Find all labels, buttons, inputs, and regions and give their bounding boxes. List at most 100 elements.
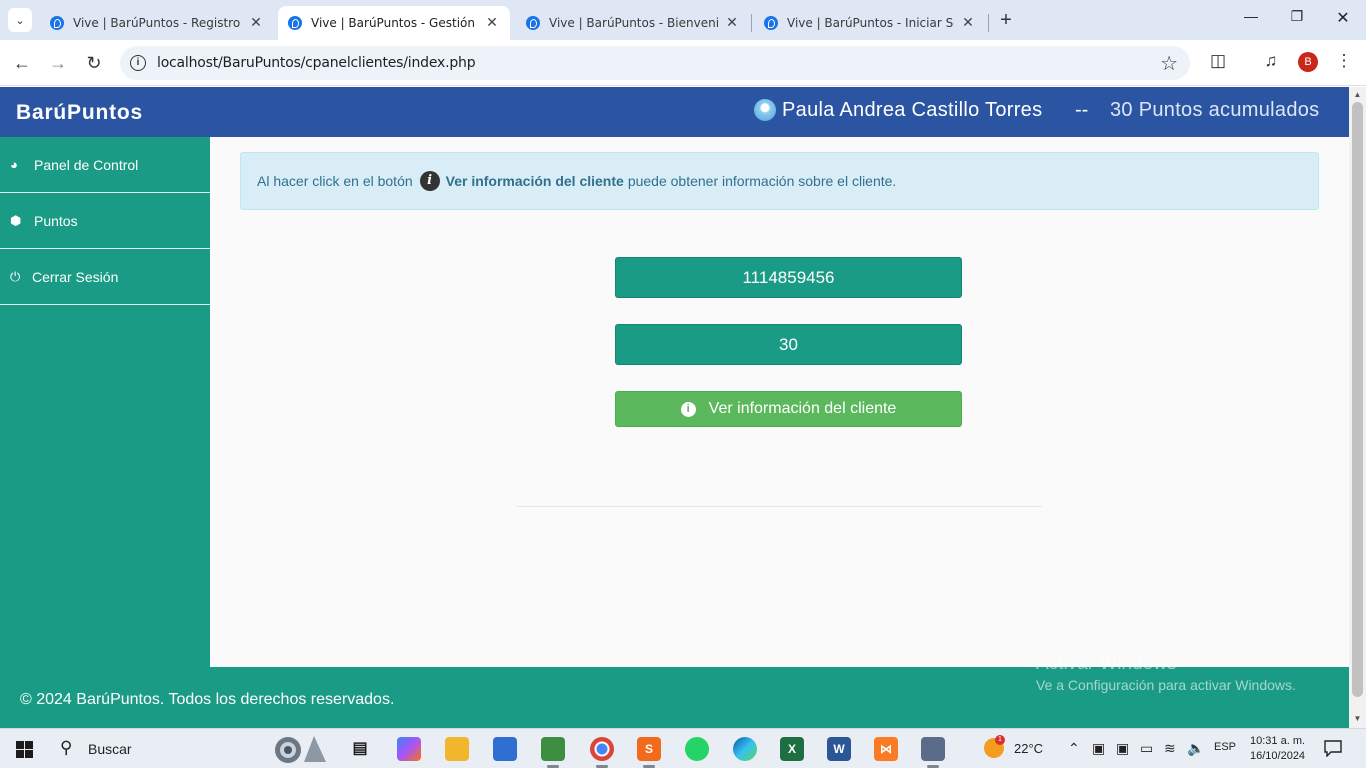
browser-toolbar: ← → ↻ i localhost/BaruPuntos/cpanelclien… (0, 40, 1366, 86)
show-hidden-icons-icon[interactable]: ⌃ (1068, 740, 1080, 757)
xampp-icon[interactable]: ⋈ (874, 737, 898, 761)
menu-icon[interactable]: ⋮ (1333, 51, 1355, 71)
sublime-text-icon[interactable]: S (637, 737, 661, 768)
page-scrollbar[interactable]: ▲ ▼ (1349, 87, 1366, 728)
tab-title: Vive | BarúPuntos - Registro de (73, 16, 242, 30)
chrome-icon[interactable] (590, 737, 614, 768)
address-bar[interactable]: i localhost/BaruPuntos/cpanelclientes/in… (120, 46, 1190, 80)
back-icon[interactable]: ← (10, 51, 34, 75)
browser-tab-bar: ⌄ Vive | BarúPuntos - Registro de ✕ Vive… (0, 0, 1366, 40)
extensions-icon[interactable]: ◫ (1207, 51, 1229, 71)
sidebar-item-label: Panel de Control (34, 156, 139, 173)
file-explorer-icon[interactable] (445, 737, 469, 761)
meet-now-icon[interactable]: ▣ (1092, 740, 1105, 757)
scroll-up-icon[interactable]: ▲ (1349, 90, 1366, 99)
notification-icon[interactable] (1323, 739, 1343, 757)
media-control-icon[interactable]: ♫ (1260, 51, 1282, 71)
tab-title: Vive | BarúPuntos - Gestión de (311, 16, 478, 30)
edge-icon[interactable] (733, 737, 757, 761)
sidebar-item-label: Cerrar Sesión (32, 268, 119, 285)
tab-search-button[interactable]: ⌄ (8, 8, 32, 32)
sidebar-item-puntos[interactable]: ⬢ Puntos (0, 193, 210, 249)
power-icon: ⏻ (10, 268, 21, 284)
profile-avatar[interactable]: B (1298, 52, 1318, 72)
clock-time: 10:31 a. m. (1250, 735, 1306, 747)
word-icon[interactable]: W (827, 737, 851, 761)
url-text[interactable]: localhost/BaruPuntos/cpanelclientes/inde… (157, 55, 476, 71)
task-view-icon[interactable]: ▤ (348, 737, 372, 761)
input-language[interactable]: ESP (1214, 741, 1236, 753)
remote-desktop-icon[interactable] (921, 737, 945, 768)
tab-separator (988, 14, 989, 32)
activate-windows-subtitle: Ve a Configuración para activar Windows. (1036, 677, 1296, 693)
cube-icon: ⬢ (10, 212, 22, 228)
editor-app-icon[interactable] (541, 737, 565, 768)
browser-tab-active[interactable]: Vive | BarúPuntos - Gestión de ✕ (278, 6, 510, 40)
divider (517, 506, 1042, 507)
minimize-icon[interactable]: — (1236, 8, 1266, 24)
browser-tab[interactable]: Vive | BarúPuntos - Bienvenido ✕ (516, 6, 750, 40)
info-alert: Al hacer click en el botón i Ver informa… (240, 152, 1319, 210)
store-icon[interactable] (493, 737, 517, 761)
sidebar-item-label: Puntos (34, 212, 78, 229)
view-client-info-button[interactable]: i Ver información del cliente (615, 391, 962, 427)
search-icon[interactable]: ⚲ (60, 738, 72, 758)
browser-tab[interactable]: Vive | BarúPuntos - Iniciar Sesió ✕ (754, 6, 986, 40)
header-separator: -- (1075, 99, 1089, 121)
battery-icon[interactable]: ▭ (1140, 740, 1153, 757)
copilot-icon[interactable] (397, 737, 421, 761)
alert-bold-text: Ver información del cliente (445, 173, 624, 189)
site-header: BarúPuntos Paula Andrea Castillo Torres … (0, 87, 1349, 137)
scroll-down-icon[interactable]: ▼ (1349, 714, 1366, 723)
tab-title: Vive | BarúPuntos - Iniciar Sesió (787, 16, 954, 30)
sidebar-item-panel-de-control[interactable]: ◕ Panel de Control (0, 137, 210, 193)
window-close-icon[interactable]: ✕ (1328, 8, 1358, 28)
reload-icon[interactable]: ↻ (82, 51, 106, 75)
weather-temperature[interactable]: 22°C (1014, 741, 1043, 756)
web-page: BarúPuntos Paula Andrea Castillo Torres … (0, 87, 1349, 728)
weather-badge: 1 (995, 735, 1005, 745)
client-document-field[interactable]: 1114859456 (615, 257, 962, 298)
site-favicon-icon (288, 16, 302, 30)
windows-taskbar: ⚲ Buscar ▤ S X W ⋈ 1 22°C ⌃ ▣ ▣ ▭ ≋ 🔈 ES… (0, 728, 1366, 768)
system-clock[interactable]: 10:31 a. m. 16/10/2024 (1250, 734, 1305, 764)
client-points-field[interactable]: 30 (615, 324, 962, 365)
tab-title: Vive | BarúPuntos - Bienvenido (549, 16, 718, 30)
sidebar-item-cerrar-sesion[interactable]: ⏻ Cerrar Sesión (0, 249, 210, 305)
site-info-icon[interactable]: i (130, 55, 146, 71)
user-avatar-icon (754, 99, 776, 121)
brand-logo[interactable]: BarúPuntos (16, 101, 143, 125)
site-favicon-icon (50, 16, 64, 30)
site-favicon-icon (764, 16, 778, 30)
forward-icon[interactable]: → (46, 51, 70, 75)
restore-icon[interactable]: ❐ (1282, 8, 1312, 25)
button-label: Ver información del cliente (708, 400, 897, 417)
excel-icon[interactable]: X (780, 737, 804, 761)
bookmark-star-icon[interactable]: ☆ (1160, 51, 1178, 76)
wifi-icon[interactable]: ≋ (1164, 740, 1176, 757)
info-icon: i (419, 171, 440, 191)
dashboard-icon: ◕ (10, 157, 18, 172)
clock-date: 16/10/2024 (1250, 750, 1306, 762)
scroll-thumb[interactable] (1352, 102, 1363, 697)
search-highlight-icon[interactable] (264, 732, 330, 766)
site-favicon-icon (526, 16, 540, 30)
display-icon[interactable]: ▣ (1116, 740, 1129, 757)
whatsapp-icon[interactable] (685, 737, 709, 761)
alert-prefix: Al hacer click en el botón (257, 173, 413, 189)
new-tab-icon[interactable]: + (996, 9, 1016, 32)
windows-start-icon[interactable] (16, 741, 33, 758)
close-icon[interactable]: ✕ (960, 15, 976, 31)
tab-separator (751, 14, 752, 32)
volume-icon[interactable]: 🔈 (1187, 740, 1204, 757)
taskbar-search-label[interactable]: Buscar (88, 741, 132, 757)
activate-windows-title: Activar Windows (1036, 653, 1177, 674)
info-icon: i (680, 401, 696, 417)
main-content: Al hacer click en el botón i Ver informa… (210, 137, 1349, 667)
browser-tab[interactable]: Vive | BarúPuntos - Registro de ✕ (40, 6, 274, 40)
copyright-text: © 2024 BarúPuntos. Todos los derechos re… (20, 691, 395, 708)
close-icon[interactable]: ✕ (248, 15, 264, 31)
close-icon[interactable]: ✕ (484, 15, 500, 31)
alert-suffix: puede obtener información sobre el clien… (627, 173, 897, 189)
close-icon[interactable]: ✕ (724, 15, 740, 31)
